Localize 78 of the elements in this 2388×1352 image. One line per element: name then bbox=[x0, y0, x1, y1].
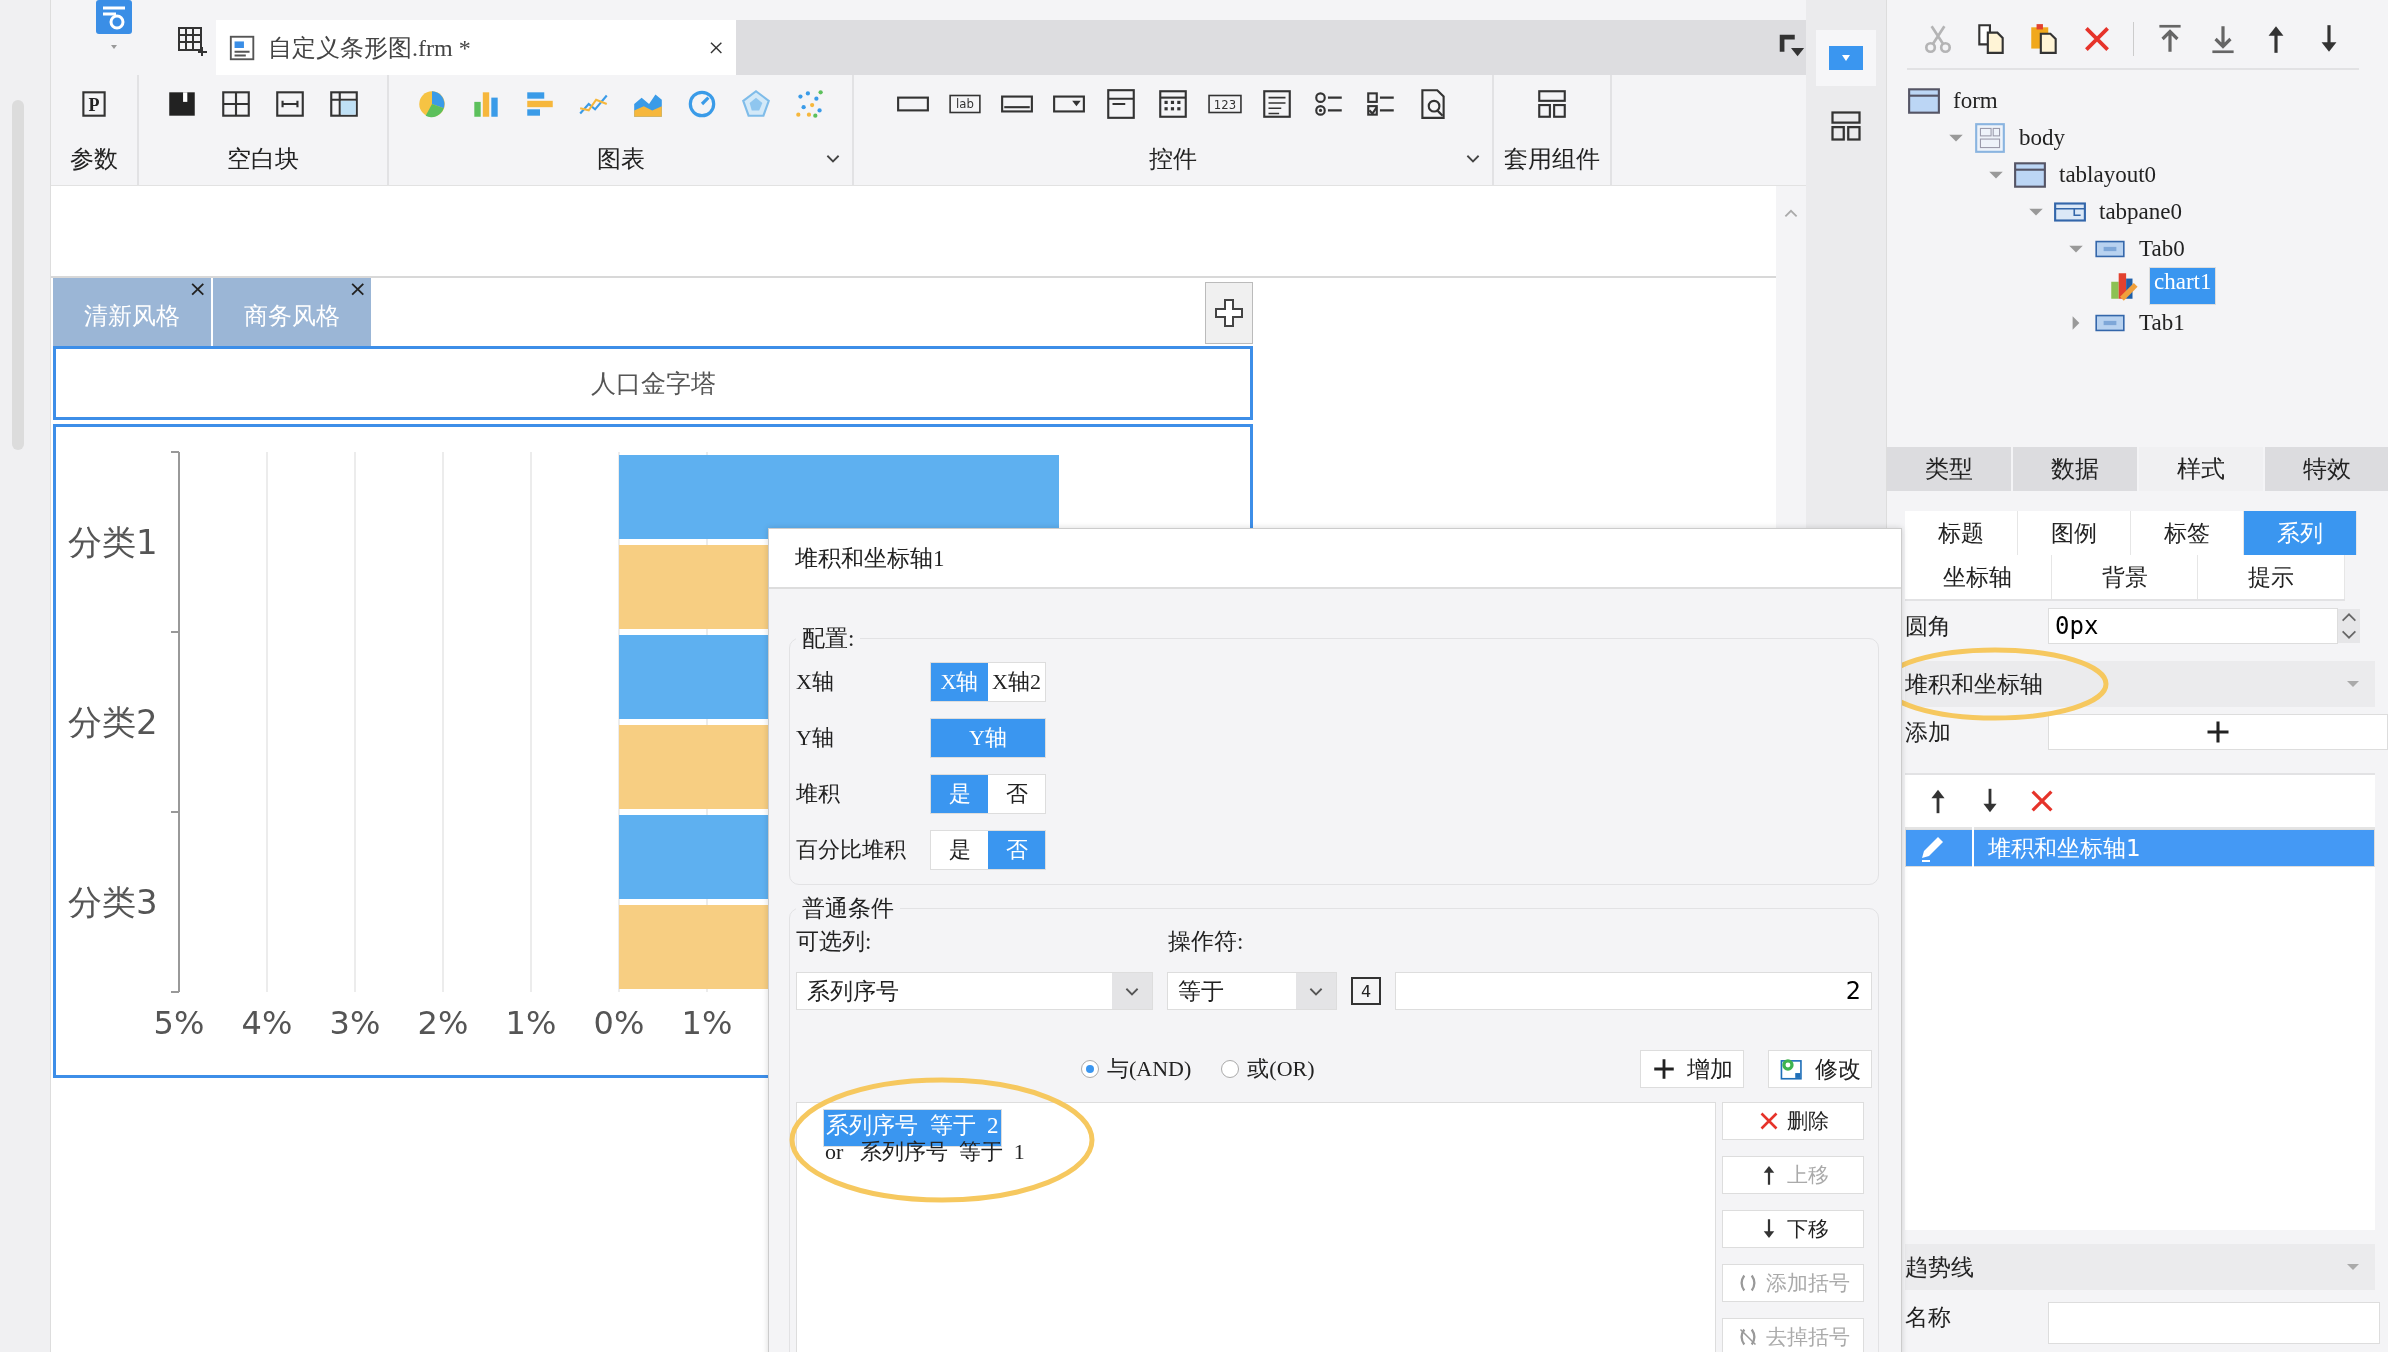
delete-button[interactable]: 删除 bbox=[1722, 1102, 1864, 1140]
chart-title: 人口金字塔 bbox=[590, 367, 716, 400]
sub-tab[interactable]: 提示 bbox=[2198, 555, 2345, 599]
property-tab[interactable]: 特效 bbox=[2265, 446, 2388, 491]
style-tab[interactable]: 清新风格 × bbox=[53, 278, 211, 346]
tree-item[interactable]: body bbox=[2015, 123, 2069, 152]
radio-option[interactable]: 或(OR) bbox=[1221, 1054, 1315, 1084]
dialog-title: 堆积和坐标轴1 bbox=[795, 544, 945, 573]
column-select[interactable]: 系列序号 bbox=[796, 972, 1153, 1010]
group-label: 参数 bbox=[70, 144, 118, 175]
list-icon[interactable] bbox=[1260, 87, 1294, 121]
value-type-button[interactable]: 4 bbox=[1351, 977, 1381, 1005]
field-label: 添加 bbox=[1905, 717, 1952, 747]
radio-circle[interactable] bbox=[1081, 1060, 1099, 1078]
add-icon bbox=[1651, 1056, 1677, 1082]
date-icon[interactable] bbox=[1104, 87, 1138, 121]
add-button[interactable]: 增加 bbox=[1640, 1050, 1744, 1088]
field-label: 操作符: bbox=[1168, 927, 1244, 956]
close-button[interactable]: × bbox=[348, 276, 367, 301]
tick-label: 2% bbox=[417, 1004, 469, 1042]
radius-field[interactable]: 0px bbox=[2048, 608, 2338, 644]
group-label: 套用组件 bbox=[1504, 144, 1600, 175]
calendar-icon[interactable] bbox=[1156, 87, 1190, 121]
sub-tab[interactable]: 背景 bbox=[2051, 555, 2199, 599]
style-tab[interactable]: 商务风格 × bbox=[213, 278, 371, 346]
tree-item[interactable]: Tab1 bbox=[2135, 308, 2189, 337]
tree-item[interactable]: tabpane0 bbox=[2095, 197, 2186, 226]
tick-label: 1% bbox=[505, 1004, 557, 1042]
option-label: X轴 bbox=[796, 668, 835, 696]
category-label: 分类1 bbox=[68, 522, 158, 562]
section-title: 堆积和坐标轴 bbox=[1905, 669, 2043, 699]
group-title: 配置: bbox=[801, 625, 856, 653]
tick-label: 5% bbox=[153, 1004, 205, 1042]
grid-add-icon[interactable] bbox=[176, 25, 208, 57]
tree-item[interactable]: form bbox=[1949, 86, 2002, 115]
field-label: 名称 bbox=[1905, 1303, 1952, 1332]
group-label: 空白块 bbox=[227, 144, 299, 175]
close-button[interactable]: × bbox=[708, 31, 724, 64]
down-button[interactable]: 下移 bbox=[1722, 1210, 1864, 1248]
layout-icon[interactable] bbox=[1535, 87, 1569, 121]
value-field[interactable]: 2 bbox=[1395, 972, 1872, 1010]
operator-select[interactable]: 等于 bbox=[1167, 972, 1337, 1010]
tick-label: 1% bbox=[681, 1004, 733, 1042]
tick-label: 0% bbox=[593, 1004, 645, 1042]
property-tab[interactable]: 数据 bbox=[2013, 446, 2137, 491]
field-label: 圆角 bbox=[1905, 611, 1952, 641]
radio-circle[interactable] bbox=[1221, 1060, 1240, 1078]
group-title: 普通条件 bbox=[801, 895, 895, 923]
tree-item[interactable]: tablayout0 bbox=[2055, 160, 2161, 189]
property-tab[interactable]: 类型 bbox=[1887, 446, 2011, 491]
tab-label: 商务风格 bbox=[244, 301, 340, 332]
group-label: 图表 bbox=[596, 144, 645, 175]
spinner-icon[interactable] bbox=[2338, 609, 2360, 643]
tab-label: 清新风格 bbox=[84, 301, 180, 332]
tree-item[interactable]: Tab0 bbox=[2135, 234, 2189, 263]
field-label: 可选列: bbox=[796, 927, 873, 956]
layout-icon[interactable] bbox=[1828, 108, 1864, 144]
body-node-icon bbox=[1973, 120, 2007, 155]
property-tab[interactable]: 样式 bbox=[2139, 446, 2263, 491]
radio-option[interactable]: 与(AND) bbox=[1081, 1054, 1192, 1084]
add-tab-button[interactable] bbox=[1205, 282, 1253, 344]
group-label: 控件 bbox=[1149, 144, 1197, 175]
tick-label: 3% bbox=[329, 1004, 381, 1042]
file-tab[interactable]: 自定义条形图.frm * × bbox=[216, 20, 736, 75]
edit-icon bbox=[1779, 1056, 1805, 1082]
dropdown-button[interactable] bbox=[1829, 46, 1863, 70]
tick-label: 4% bbox=[241, 1004, 293, 1042]
category-label: 分类3 bbox=[68, 882, 158, 922]
option-label: 堆积 bbox=[796, 780, 841, 808]
sub-tab[interactable]: 坐标轴 bbox=[1905, 555, 2052, 599]
category-label: 分类2 bbox=[68, 702, 158, 742]
name-field[interactable] bbox=[2048, 1302, 2380, 1344]
option-label: 百分比堆积 bbox=[796, 836, 907, 864]
plus-icon bbox=[1213, 297, 1245, 329]
edit-button[interactable]: 修改 bbox=[1768, 1050, 1872, 1088]
section-title: 趋势线 bbox=[1905, 1252, 1974, 1282]
option-label: Y轴 bbox=[796, 724, 835, 752]
close-button[interactable]: × bbox=[188, 276, 207, 301]
